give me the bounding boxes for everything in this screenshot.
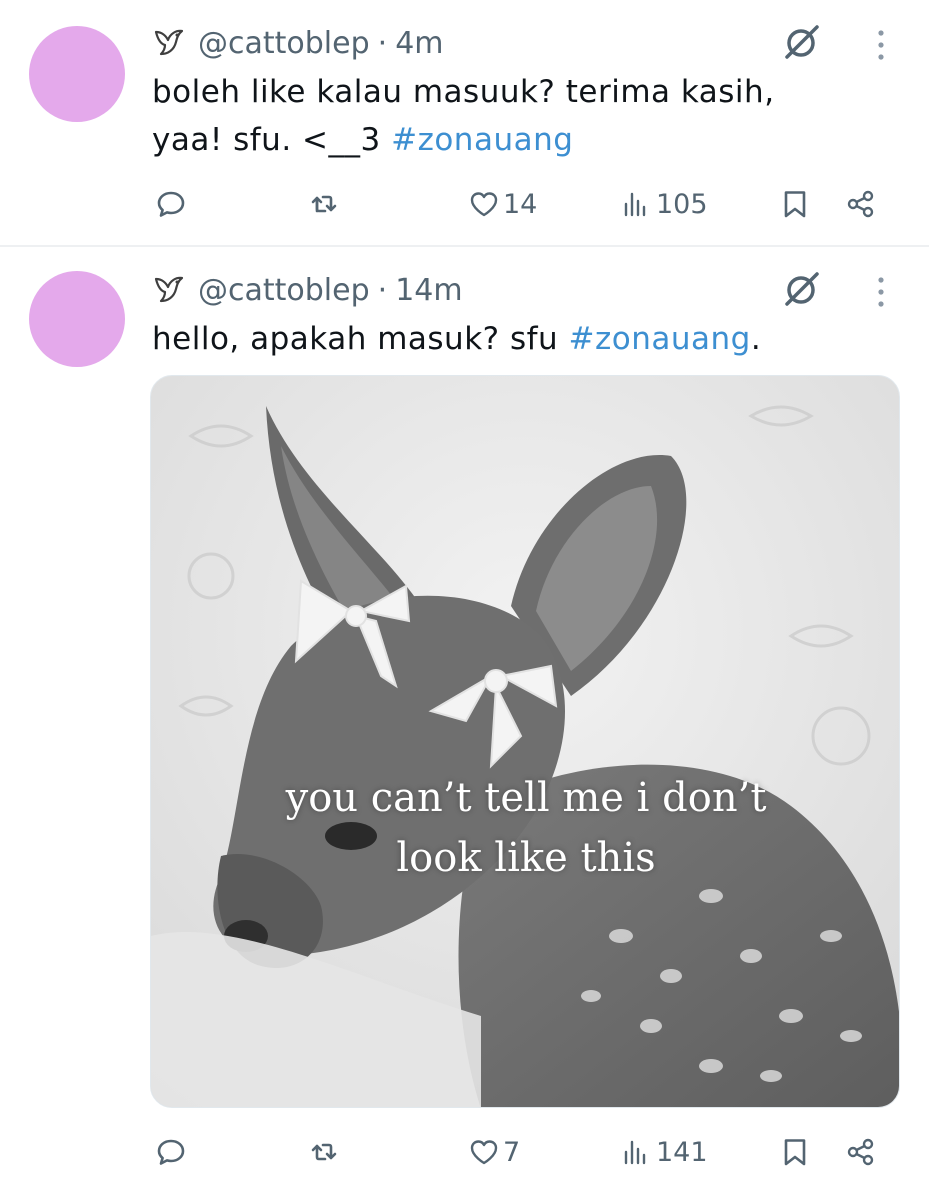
share-button[interactable] — [846, 179, 876, 229]
reply-icon — [157, 191, 185, 217]
bird-icon — [154, 276, 184, 303]
tweet-text: boleh like kalau masuuk? terima kasih, y… — [152, 68, 852, 164]
hashtag-link[interactable]: #zonauang — [391, 122, 573, 158]
tweet[interactable]: @cattoblep · 14m hello, apakah masuk? sf… — [0, 247, 929, 1200]
lock-slash-icon[interactable] — [781, 269, 821, 309]
bookmark-button[interactable] — [780, 1127, 810, 1177]
tweet-meta: @cattoblep · 4m — [152, 23, 444, 63]
like-icon — [470, 1140, 498, 1165]
avatar[interactable] — [29, 26, 125, 122]
deer-photo — [151, 376, 899, 1107]
like-count: 14 — [503, 188, 538, 220]
tweet-body: hello, apakah masuk? sfu — [152, 321, 569, 357]
tweet-media-image[interactable]: you can’t tell me i don’t look like this — [150, 375, 900, 1108]
reply-button[interactable] — [156, 179, 186, 229]
views-button[interactable]: 141 — [622, 1127, 708, 1177]
avatar[interactable] — [29, 271, 125, 367]
hashtag-link[interactable]: #zonauang — [569, 321, 751, 357]
bookmark-button[interactable] — [780, 179, 810, 229]
more-vertical-icon[interactable] — [868, 25, 894, 65]
action-bar: 7 141 — [0, 1127, 929, 1177]
retweet-button[interactable] — [309, 179, 339, 229]
meta-separator: · — [377, 25, 388, 61]
like-button[interactable]: 14 — [469, 179, 537, 229]
like-icon — [470, 192, 498, 217]
tweet[interactable]: @cattoblep · 4m boleh like kalau masuuk?… — [0, 0, 929, 246]
image-caption-line-1: you can’t tell me i don’t — [285, 775, 767, 821]
bird-icon — [154, 29, 184, 56]
views-button[interactable]: 105 — [622, 179, 708, 229]
image-caption-line-2: look like this — [396, 835, 656, 881]
like-button[interactable]: 7 — [469, 1127, 520, 1177]
views-count: 141 — [656, 1136, 708, 1168]
tweet-meta: @cattoblep · 14m — [152, 270, 463, 310]
retweet-button[interactable] — [309, 1127, 339, 1177]
views-count: 105 — [656, 188, 708, 220]
more-vertical-icon[interactable] — [868, 272, 894, 312]
retweet-icon — [311, 195, 337, 213]
meta-separator: · — [377, 272, 388, 308]
share-button[interactable] — [846, 1127, 876, 1177]
tweet-text: hello, apakah masuk? sfu #zonauang. — [152, 315, 852, 363]
views-icon — [624, 192, 646, 217]
retweet-icon — [311, 1143, 337, 1161]
bookmark-icon — [784, 1139, 806, 1166]
reply-icon — [157, 1139, 185, 1165]
bookmark-icon — [784, 191, 806, 218]
tweet-body-end: . — [750, 321, 762, 357]
action-bar: 14 105 — [0, 179, 929, 229]
views-icon — [624, 1140, 646, 1165]
reply-button[interactable] — [156, 1127, 186, 1177]
lock-slash-icon[interactable] — [781, 22, 821, 62]
share-icon — [847, 190, 874, 218]
share-icon — [847, 1138, 874, 1166]
tweet-time[interactable]: 4m — [395, 26, 443, 61]
like-count: 7 — [503, 1136, 521, 1168]
tweet-handle[interactable]: @cattoblep — [198, 273, 370, 308]
tweet-handle[interactable]: @cattoblep — [198, 26, 370, 61]
tweet-time[interactable]: 14m — [395, 273, 462, 308]
